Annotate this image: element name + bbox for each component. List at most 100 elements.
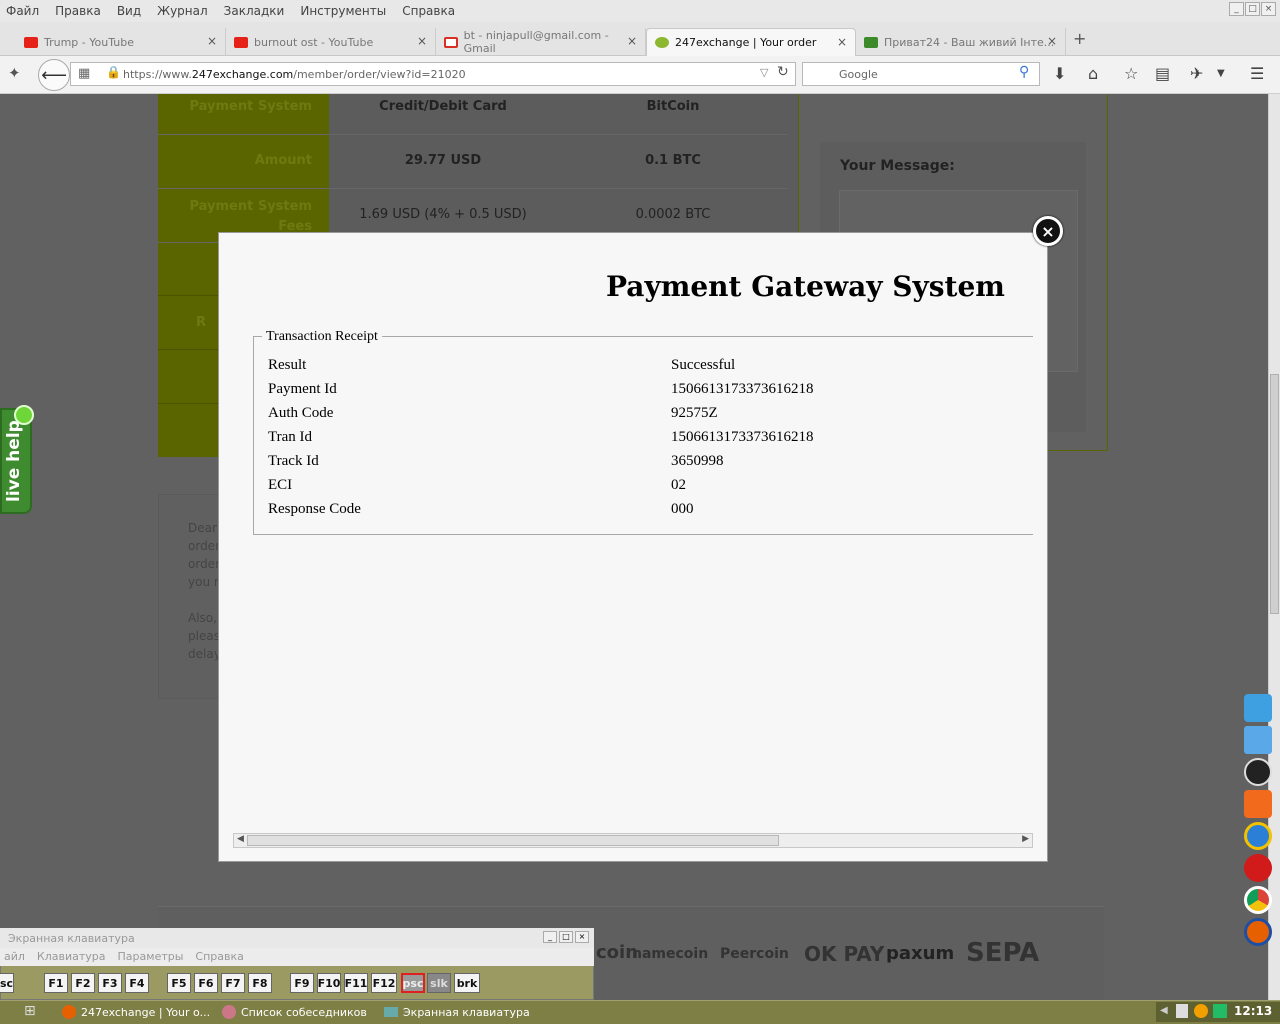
key-f9[interactable]: F9 bbox=[290, 973, 314, 993]
tray-network-icon[interactable] bbox=[1213, 1004, 1227, 1018]
key-f11[interactable]: F11 bbox=[344, 973, 368, 993]
youtube-icon bbox=[24, 36, 38, 48]
osk-menu-help[interactable]: Справка bbox=[195, 950, 243, 964]
osk-close-button[interactable]: × bbox=[575, 931, 589, 943]
home-icon[interactable]: ⌂ bbox=[1088, 64, 1098, 83]
scroll-left-icon[interactable]: ◀ bbox=[237, 834, 244, 844]
close-tab-icon[interactable]: × bbox=[207, 34, 217, 48]
minimize-button[interactable]: _ bbox=[1229, 2, 1244, 16]
hamburger-menu-icon[interactable]: ☰ bbox=[1250, 64, 1264, 83]
menu-tools[interactable]: Инструменты bbox=[300, 4, 386, 18]
tab-youtube-burnout[interactable]: burnout ost - YouTube × bbox=[226, 28, 436, 56]
close-window-button[interactable]: × bbox=[1261, 2, 1276, 16]
url-prefix: https://www. bbox=[123, 67, 192, 81]
receipt-key: Auth Code bbox=[268, 405, 334, 421]
back-button[interactable]: ⟵ bbox=[38, 59, 70, 91]
tray-update-icon[interactable] bbox=[1194, 1004, 1208, 1018]
firefox-icon[interactable] bbox=[1244, 918, 1272, 946]
osk-minimize-button[interactable]: _ bbox=[543, 931, 557, 943]
firefox-icon bbox=[62, 1005, 76, 1019]
task-label: 247exchange | Your o... bbox=[81, 1005, 211, 1019]
key-f7[interactable]: F7 bbox=[221, 973, 245, 993]
key-f10[interactable]: F10 bbox=[317, 973, 341, 993]
addon-icon[interactable]: ✈ bbox=[1190, 64, 1203, 83]
tab-label: burnout ost - YouTube bbox=[254, 35, 374, 49]
reload-icon[interactable]: ↻ bbox=[777, 64, 789, 80]
close-tab-icon[interactable]: × bbox=[1047, 34, 1057, 48]
new-tab-button[interactable]: + bbox=[1073, 29, 1086, 48]
key-prtsc[interactable]: psc bbox=[401, 973, 425, 993]
task-firefox[interactable]: 247exchange | Your o... bbox=[62, 1003, 212, 1021]
menu-bookmarks[interactable]: Закладки bbox=[224, 4, 285, 18]
gateway-title: Payment Gateway System bbox=[606, 270, 1005, 303]
close-tab-icon[interactable]: × bbox=[417, 34, 427, 48]
key-esc[interactable]: sc bbox=[0, 973, 14, 993]
logo-namecoin: namecoin bbox=[632, 946, 709, 962]
osk-menu-keyboard[interactable]: Клавиатура bbox=[37, 950, 106, 964]
modal-horizontal-scrollbar[interactable]: ◀ ▶ bbox=[233, 833, 1033, 848]
message-label: Your Message: bbox=[840, 158, 955, 174]
tab-privat24[interactable]: Приват24 - Ваш живий Інте... × bbox=[856, 28, 1066, 56]
close-tab-icon[interactable]: × bbox=[627, 34, 637, 48]
reading-list-icon[interactable]: ▤ bbox=[1155, 64, 1170, 83]
tray-expand-icon[interactable]: ◀ bbox=[1160, 1005, 1168, 1016]
key-f4[interactable]: F4 bbox=[125, 973, 149, 993]
key-f2[interactable]: F2 bbox=[71, 973, 95, 993]
menu-view[interactable]: Вид bbox=[117, 4, 141, 18]
start-icon[interactable]: ⊞ bbox=[24, 1003, 36, 1019]
close-tab-icon[interactable]: × bbox=[837, 35, 847, 49]
payment-gateway-modal bbox=[218, 232, 1048, 862]
receipt-value-eci: 02 bbox=[671, 477, 686, 493]
key-f8[interactable]: F8 bbox=[248, 973, 272, 993]
task-contacts[interactable]: Список собеседников bbox=[222, 1003, 372, 1021]
opera-icon[interactable] bbox=[1244, 854, 1272, 882]
chrome-icon[interactable] bbox=[1244, 886, 1272, 914]
menubar: Файл Правка Вид Журнал Закладки Инструме… bbox=[0, 0, 1280, 22]
lock-icon[interactable]: 🔒 bbox=[106, 65, 121, 79]
scroll-right-icon[interactable]: ▶ bbox=[1022, 834, 1029, 844]
receipt-key: Tran Id bbox=[268, 429, 313, 445]
menu-help[interactable]: Справка bbox=[402, 4, 455, 18]
task-osk[interactable]: Экранная клавиатура bbox=[384, 1003, 534, 1021]
identity-icon[interactable]: ✦ bbox=[8, 64, 21, 82]
osk-menu-parameters[interactable]: Параметры bbox=[118, 950, 184, 964]
key-f6[interactable]: F6 bbox=[194, 973, 218, 993]
menu-file[interactable]: Файл bbox=[6, 4, 39, 18]
window-controls: _ □ × bbox=[1229, 2, 1276, 16]
osk-maximize-button[interactable]: □ bbox=[559, 931, 573, 943]
close-modal-button[interactable]: × bbox=[1033, 216, 1063, 246]
url-input[interactable]: https://www. 247exchange.com/member/order… bbox=[70, 62, 796, 86]
menu-history[interactable]: Журнал bbox=[157, 4, 208, 18]
key-f3[interactable]: F3 bbox=[98, 973, 122, 993]
search-input[interactable]: Google bbox=[802, 62, 1040, 86]
scrollbar-thumb[interactable] bbox=[247, 835, 779, 846]
scrollbar-thumb[interactable] bbox=[1270, 374, 1279, 614]
tab-247exchange[interactable]: 247exchange | Your order × bbox=[646, 28, 856, 56]
cell-fees-right: 0.0002 BTC bbox=[635, 207, 711, 222]
osk-menu-file[interactable]: айл bbox=[4, 950, 25, 964]
search-icon[interactable]: ⚲ bbox=[1019, 64, 1029, 80]
tray-notes-icon[interactable] bbox=[1176, 1004, 1188, 1018]
xampp-icon[interactable] bbox=[1244, 790, 1272, 818]
download-icon[interactable]: ⬇ bbox=[1053, 64, 1066, 83]
addon-dropdown-icon[interactable]: ▼ bbox=[1217, 68, 1225, 79]
url-path: /member/order/view?id=21020 bbox=[293, 67, 466, 81]
key-break[interactable]: brk bbox=[454, 973, 480, 993]
tab-gmail[interactable]: bt - ninjapull@gmail.com - Gmail × bbox=[436, 28, 646, 56]
tab-youtube-trump[interactable]: Trump - YouTube × bbox=[16, 28, 226, 56]
key-f5[interactable]: F5 bbox=[167, 973, 191, 993]
bookmark-star-icon[interactable]: ☆ bbox=[1124, 64, 1138, 83]
menu-edit[interactable]: Правка bbox=[55, 4, 101, 18]
files-icon[interactable] bbox=[1244, 726, 1272, 754]
key-scrlk[interactable]: slk bbox=[427, 973, 451, 993]
drive-icon[interactable] bbox=[1244, 694, 1272, 722]
logo-sepa: SEPA bbox=[966, 938, 1040, 968]
maximize-button[interactable]: □ bbox=[1245, 2, 1260, 16]
ie-icon[interactable] bbox=[1244, 822, 1272, 850]
receipt-key: Track Id bbox=[268, 453, 319, 469]
key-f12[interactable]: F12 bbox=[371, 973, 397, 993]
row-label-payment-system: Payment System bbox=[189, 99, 312, 114]
dropdown-icon[interactable]: ▽ bbox=[760, 66, 768, 79]
skull-icon[interactable] bbox=[1244, 758, 1272, 786]
key-f1[interactable]: F1 bbox=[44, 973, 68, 993]
